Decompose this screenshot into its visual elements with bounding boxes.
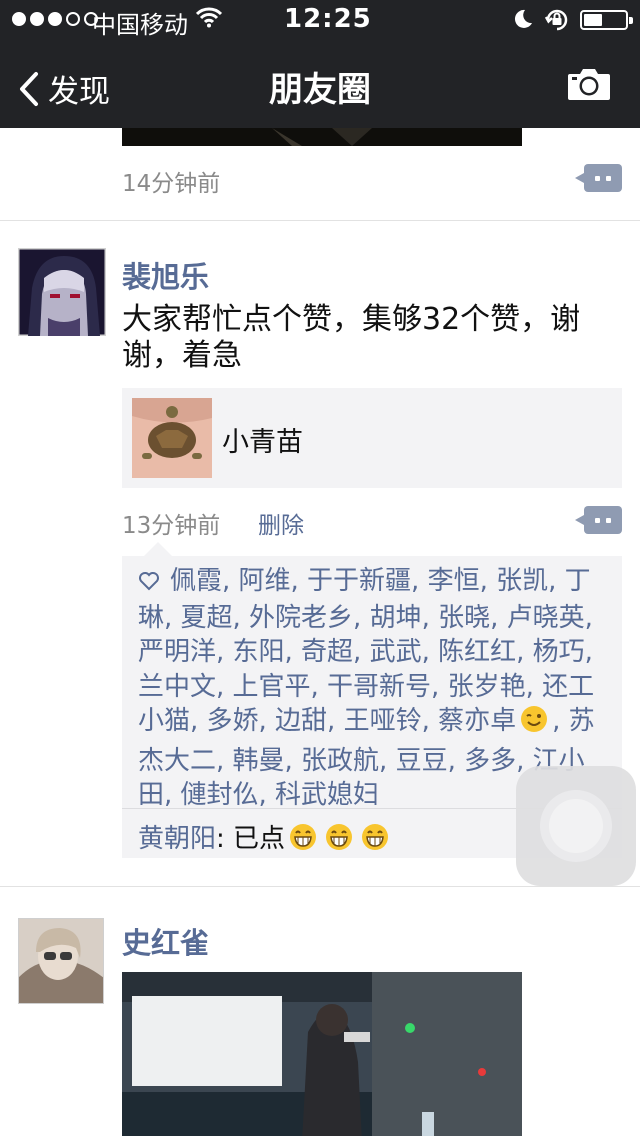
post-time: 14分钟前 <box>122 171 221 197</box>
rotation-lock-icon <box>544 7 570 39</box>
moon-icon <box>512 8 534 36</box>
wink-emoji-icon <box>519 704 549 744</box>
battery-icon <box>580 10 633 30</box>
share-title: 小青苗 <box>222 427 303 458</box>
camera-button[interactable] <box>566 66 612 106</box>
post-author[interactable]: 史红雀 <box>122 920 209 962</box>
nav-bar: 发现 朋友圈 <box>0 40 640 128</box>
divider <box>0 220 640 221</box>
battery-level <box>584 14 602 26</box>
camera-icon <box>568 69 610 100</box>
page-title: 朋友圈 <box>269 70 371 110</box>
comment-button[interactable] <box>575 506 622 534</box>
comment-separator: : <box>216 824 234 854</box>
grin-emoji-icon <box>360 822 390 859</box>
comment-text: 已点 <box>233 824 286 854</box>
carrier-name: 中国移动 <box>92 11 188 39</box>
previous-post-image[interactable] <box>122 128 522 146</box>
divider <box>0 886 640 887</box>
avatar[interactable] <box>18 918 104 1004</box>
grin-emoji-icon <box>288 822 318 859</box>
comment-button[interactable] <box>575 164 622 192</box>
wifi-icon <box>195 6 223 34</box>
comment-row[interactable]: 黄朝阳: 已点 <box>138 818 393 859</box>
post-time: 13分钟前 <box>122 513 221 539</box>
shared-link-card[interactable]: 小青苗 <box>122 388 622 488</box>
status-time: 12:25 <box>284 4 372 34</box>
signal-icon <box>12 12 98 26</box>
comment-author[interactable]: 黄朝阳 <box>138 824 216 854</box>
share-thumbnail <box>132 398 212 478</box>
assistive-touch-button[interactable] <box>516 766 636 886</box>
top-bar: 中国移动 12:25 发现 朋友圈 <box>0 0 640 128</box>
delete-link[interactable]: 删除 <box>258 506 304 540</box>
avatar[interactable] <box>18 248 106 336</box>
moments-feed[interactable]: 14分钟前 裴旭乐 大家帮忙点个赞，集够32个赞，谢谢，着急 小青苗 13分钟前… <box>0 128 640 1136</box>
post-author[interactable]: 裴旭乐 <box>122 254 209 296</box>
grin-emoji-icon <box>324 822 354 859</box>
heart-icon <box>138 566 160 601</box>
video-thumbnail[interactable] <box>122 972 522 1136</box>
post-text: 大家帮忙点个赞，集够32个赞，谢谢，着急 <box>122 302 581 373</box>
status-bar: 中国移动 12:25 <box>0 0 640 40</box>
